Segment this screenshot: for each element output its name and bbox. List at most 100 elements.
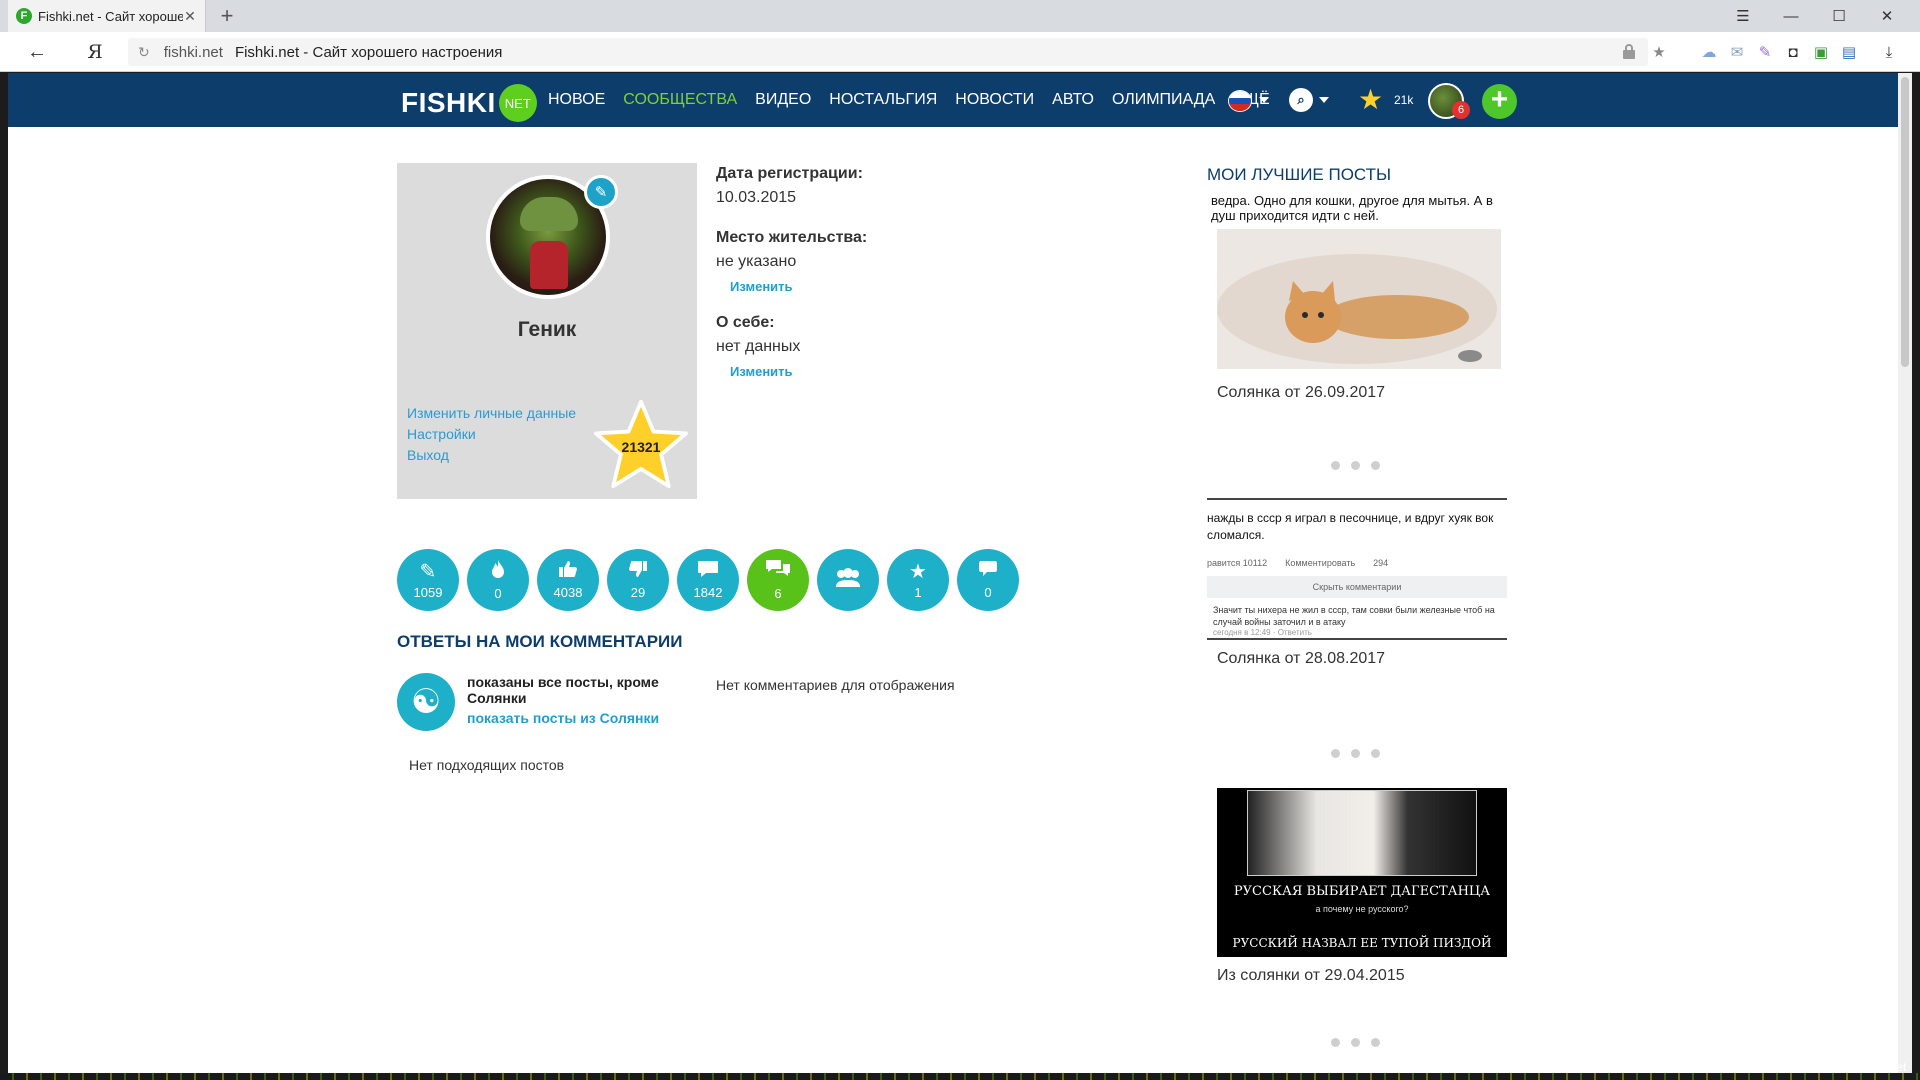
rating-value: 21321 <box>621 439 661 455</box>
best-post-card[interactable]: ведра. Одно для кошки, другое для мытья.… <box>1207 193 1507 402</box>
stat-favorites[interactable]: ★ 1 <box>887 549 949 611</box>
stars-count: 21k <box>1394 93 1414 107</box>
new-tab-button[interactable]: + <box>214 3 240 29</box>
stat-value: 4038 <box>553 585 583 600</box>
thumbs-down-icon <box>628 560 648 583</box>
stat-subscribers[interactable] <box>817 549 879 611</box>
back-button[interactable]: ← <box>22 38 52 66</box>
url-host: fishki.net <box>163 43 223 61</box>
stat-value: 1 <box>914 584 922 600</box>
add-post-button[interactable]: + <box>1482 84 1517 119</box>
best-post-card[interactable]: нажды в ссср я играл в песочнице, и вдру… <box>1207 498 1507 668</box>
menu-icon[interactable]: ☰ <box>1720 0 1766 32</box>
counter-icon[interactable]: ▣ <box>1810 42 1832 62</box>
address-bar: ← Я ↻ fishki.net Fishki.net - Сайт хорош… <box>0 32 1920 72</box>
menu-item-video[interactable]: ВИДЕО <box>755 91 811 109</box>
language-caret-icon[interactable] <box>1259 97 1269 103</box>
minimize-button[interactable]: — <box>1768 0 1814 32</box>
stat-value: 6 <box>774 586 782 601</box>
stat-posts[interactable]: ✎ 1059 <box>397 549 459 611</box>
carousel-dots[interactable] <box>1331 749 1391 758</box>
yandex-logo-button[interactable]: Я <box>80 38 110 66</box>
stat-replies[interactable]: 6 <box>747 549 809 611</box>
menu-item-olympics[interactable]: ОЛИМПИАДА <box>1112 91 1215 109</box>
comment-action: Комментировать <box>1285 558 1356 568</box>
pen-icon[interactable]: ✎ <box>1754 42 1776 62</box>
watermark: Fishki.net <box>1855 1060 1907 1074</box>
search-icon[interactable]: ⌕ <box>1289 88 1313 112</box>
menu-item-new[interactable]: НОВОЕ <box>548 91 605 109</box>
settings-link[interactable]: Настройки <box>407 424 576 445</box>
about-label: О себе: <box>716 314 775 331</box>
replies-section-title: ОТВЕТЫ НА МОИ КОММЕНТАРИИ <box>397 632 683 651</box>
carousel-dots[interactable] <box>1331 461 1391 470</box>
reload-icon[interactable]: ↻ <box>138 44 150 61</box>
best-posts-title: МОИ ЛУЧШИЕ ПОСТЫ <box>1207 165 1392 184</box>
stat-value: 29 <box>630 585 646 600</box>
filter-status-text: показаны все посты, кроме Солянки <box>467 674 659 706</box>
demotivator-line2: а почему не русского? <box>1315 904 1409 914</box>
stat-comments[interactable]: 1842 <box>677 549 739 611</box>
reg-date-label: Дата регистрации: <box>716 165 863 182</box>
menu-item-news[interactable]: НОВОСТИ <box>955 91 1034 109</box>
stat-likes[interactable]: 4038 <box>537 549 599 611</box>
message-icon <box>978 560 998 583</box>
yin-yang-icon[interactable]: ☯ <box>397 673 455 731</box>
lock-icon[interactable] <box>1618 42 1640 62</box>
maximize-button[interactable]: ☐ <box>1816 0 1862 32</box>
url-field[interactable]: ↻ fishki.net Fishki.net - Сайт хорошего … <box>128 38 1666 66</box>
menu-item-nostalgia[interactable]: НОСТАЛЬГИЯ <box>829 91 937 109</box>
desktop-strip <box>0 1073 1920 1080</box>
pen-icon: ✎ <box>419 560 437 583</box>
star-bookmark-icon[interactable]: ★ <box>1648 42 1670 62</box>
menu-item-communities[interactable]: СООБЩЕСТВА <box>623 91 737 109</box>
stat-hot[interactable]: 0 <box>467 549 529 611</box>
profile-info: Дата регистрации: 10.03.2015 Место жител… <box>716 165 867 379</box>
stat-dislikes[interactable]: 29 <box>607 549 669 611</box>
edit-avatar-icon[interactable]: ✎ <box>584 175 618 209</box>
edit-about-link[interactable]: Изменить <box>730 364 867 379</box>
stars-icon[interactable]: ★ <box>1358 86 1392 114</box>
stat-value: 0 <box>984 585 992 600</box>
best-post-card[interactable]: РУССКАЯ ВЫБИРАЕТ ДАГЕСТАНЦА а почему не … <box>1207 788 1507 985</box>
post-image-demotivator: РУССКАЯ ВЫБИРАЕТ ДАГЕСТАНЦА а почему не … <box>1217 788 1507 957</box>
scrollbar-thumb[interactable] <box>1901 77 1909 367</box>
demotivator-line3: РУССКИЙ НАЗВАЛ ЕЕ ТУПОЙ ПИЗДОЙ <box>1232 936 1492 950</box>
post-title[interactable]: Солянка от 26.09.2017 <box>1207 384 1507 402</box>
post-title[interactable]: Из солянки от 29.04.2015 <box>1207 967 1507 985</box>
stat-messages[interactable]: 0 <box>957 549 1019 611</box>
comment-text: Значит ты нихера не жил в ссср, там совк… <box>1213 605 1495 627</box>
cloud-icon[interactable]: ☁ <box>1698 42 1720 62</box>
close-window-button[interactable]: ✕ <box>1864 0 1910 32</box>
notification-badge[interactable]: 6 <box>1452 101 1470 119</box>
browser-tab[interactable]: F Fishki.net - Сайт хорошего настроения … <box>8 0 206 32</box>
close-tab-icon[interactable]: ✕ <box>183 8 197 25</box>
pocket-icon[interactable]: ◘ <box>1782 42 1804 62</box>
fire-icon <box>491 559 505 584</box>
edit-residence-link[interactable]: Изменить <box>730 279 867 294</box>
post-caption: нажды в ссср я играл в песочнице, и вдру… <box>1207 511 1494 542</box>
residence-value: не указано <box>716 253 797 270</box>
post-title[interactable]: Солянка от 28.08.2017 <box>1207 650 1507 668</box>
reg-date-value: 10.03.2015 <box>716 189 797 206</box>
mail-icon[interactable]: ✉ <box>1726 42 1748 62</box>
language-flag-icon[interactable] <box>1228 90 1252 112</box>
stat-value: 0 <box>494 586 502 601</box>
profile-links: Изменить личные данные Настройки Выход <box>407 403 576 466</box>
scrollbar[interactable] <box>1898 73 1912 1073</box>
show-solyanka-link[interactable]: показать посты из Солянки <box>467 710 659 726</box>
likes-count: равится 10112 <box>1207 558 1268 568</box>
hide-comments-bar: Скрыть комментарии <box>1207 576 1507 598</box>
carousel-dots[interactable] <box>1331 1038 1391 1047</box>
logout-link[interactable]: Выход <box>407 445 576 466</box>
site-logo[interactable]: FISHKI NET <box>401 84 537 122</box>
search-caret-icon[interactable] <box>1319 97 1329 103</box>
favicon-icon: F <box>16 8 32 24</box>
translate-icon[interactable]: ▤ <box>1838 42 1860 62</box>
edit-personal-data-link[interactable]: Изменить личные данные <box>407 403 576 424</box>
shares-count: 294 <box>1373 558 1389 568</box>
site-navbar: FISHKI NET НОВОЕ СООБЩЕСТВА ВИДЕО НОСТАЛ… <box>8 73 1898 127</box>
no-comments-message: Нет комментариев для отображения <box>716 677 955 693</box>
menu-item-auto[interactable]: АВТО <box>1052 91 1094 109</box>
download-icon[interactable]: ⤓ <box>1878 42 1900 62</box>
